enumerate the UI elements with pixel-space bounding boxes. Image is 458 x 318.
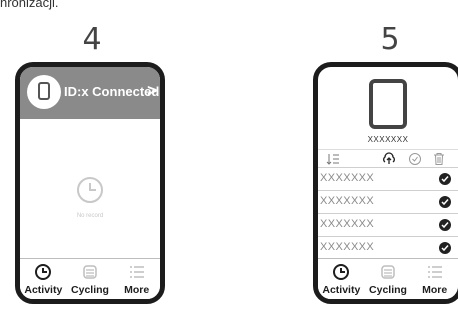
phone-screen-5: XXXXXXX XXXXXXX XXXXXXX XXXXXXX XXXXXXX … (313, 62, 458, 304)
tab-activity[interactable]: Activity (20, 259, 67, 299)
check-icon[interactable] (439, 196, 451, 208)
sort-icon[interactable] (326, 152, 340, 166)
phone-icon (369, 79, 407, 129)
device-avatar (27, 75, 61, 109)
record-list: XXXXXXX XXXXXXX XXXXXXX XXXXXXX (318, 167, 458, 259)
tab-label: More (124, 284, 150, 296)
caption-text: nronizacji. (0, 0, 59, 10)
list-icon (129, 266, 144, 278)
cycling-icon (381, 265, 395, 279)
list-item[interactable]: XXXXXXX (318, 213, 458, 236)
upload-cloud-icon[interactable] (382, 152, 396, 166)
tab-activity[interactable]: Activity (318, 259, 365, 299)
clock-icon (77, 177, 103, 203)
tab-more[interactable]: More (113, 259, 160, 299)
clock-icon (35, 264, 52, 280)
tab-cycling[interactable]: Cycling (365, 259, 412, 299)
phone-screen-4: ID:x Connected > No record Activity Cycl… (15, 62, 165, 304)
tab-label: Cycling (369, 284, 407, 296)
check-icon[interactable] (439, 173, 451, 185)
phone-icon (38, 82, 50, 100)
trash-icon[interactable] (432, 152, 446, 166)
tab-label: Activity (24, 284, 63, 296)
record-toolbar (318, 149, 458, 168)
cycling-icon (83, 265, 97, 279)
device-name: XXXXXXX (367, 135, 409, 144)
list-item-label: XXXXXXX (320, 195, 375, 207)
clock-icon (333, 264, 350, 280)
list-item-label: XXXXXXX (320, 241, 375, 253)
tab-bar: Activity Cycling More (20, 258, 160, 299)
check-icon[interactable] (439, 242, 451, 254)
tab-bar: Activity Cycling More (318, 258, 458, 299)
tab-label: Activity (322, 284, 361, 296)
list-item[interactable]: XXXXXXX (318, 190, 458, 213)
list-item[interactable]: XXXXXXX (318, 236, 458, 259)
step-number-4: 4 (82, 22, 102, 57)
tab-more[interactable]: More (411, 259, 458, 299)
device-header[interactable]: ID:x Connected > (20, 67, 160, 119)
list-item[interactable]: XXXXXXX (318, 167, 458, 190)
check-circle-icon[interactable] (408, 152, 422, 166)
list-icon (427, 266, 442, 278)
check-icon[interactable] (439, 219, 451, 231)
tab-cycling[interactable]: Cycling (67, 259, 114, 299)
step-number-5: 5 (380, 22, 400, 57)
list-item-label: XXXXXXX (320, 218, 375, 230)
device-connection-status: ID:x Connected (64, 84, 160, 99)
tab-label: Cycling (71, 284, 109, 296)
empty-state-text: No record (76, 213, 104, 219)
list-item-label: XXXXXXX (320, 172, 375, 184)
tab-label: More (422, 284, 448, 296)
chevron-right-icon[interactable]: > (147, 81, 157, 101)
